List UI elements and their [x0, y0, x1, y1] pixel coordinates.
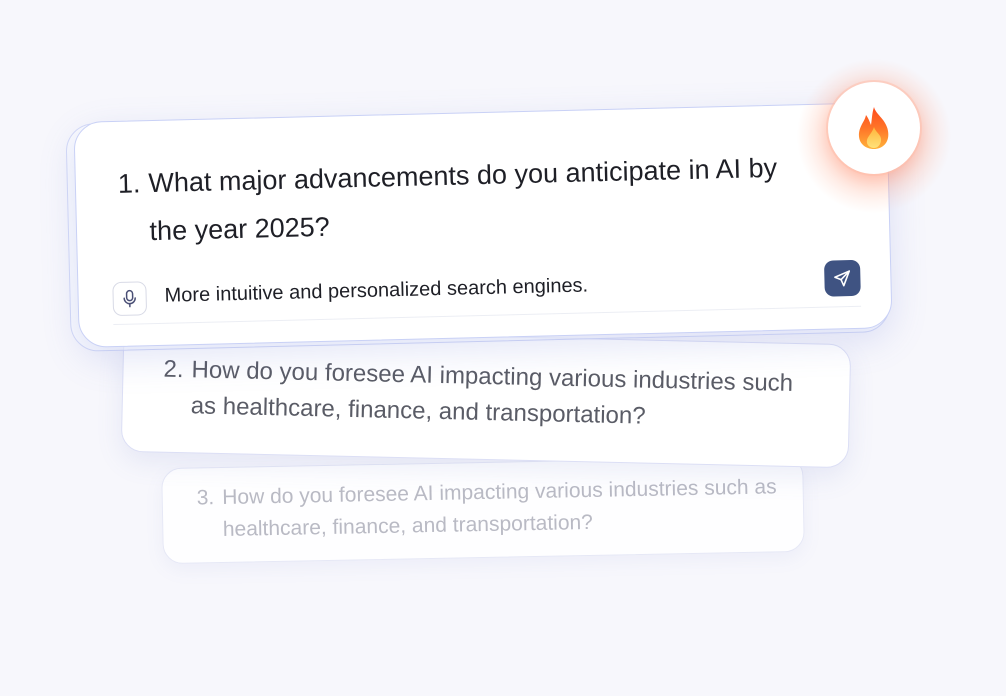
question-1-number: 1. — [117, 168, 141, 199]
question-card-3[interactable]: 3. How do you foresee AI impacting vario… — [161, 455, 805, 565]
question-2: 2. How do you foresee AI impacting vario… — [162, 352, 823, 439]
question-3-number: 3. — [196, 486, 215, 510]
microphone-icon — [123, 289, 136, 308]
question-card-1[interactable]: 1. What major advancements do you antici… — [73, 102, 893, 348]
send-icon — [834, 270, 851, 287]
answer-input[interactable]: More intuitive and personalized search e… — [164, 274, 588, 307]
question-3: 3. How do you foresee AI impacting vario… — [196, 471, 787, 546]
fire-badge — [828, 82, 920, 174]
question-1-text: What major advancements do you anticipat… — [148, 152, 778, 247]
question-1: 1. What major advancements do you antici… — [117, 143, 819, 256]
question-card-2[interactable]: 2. How do you foresee AI impacting vario… — [120, 327, 852, 469]
stage: 3. How do you foresee AI impacting vario… — [0, 0, 1006, 696]
question-3-text: How do you foresee AI impacting various … — [222, 475, 777, 541]
fire-icon — [858, 107, 889, 149]
question-2-number: 2. — [163, 355, 184, 384]
send-button[interactable] — [823, 259, 861, 297]
question-2-text: How do you foresee AI impacting various … — [190, 356, 794, 430]
mic-button[interactable] — [112, 281, 148, 317]
